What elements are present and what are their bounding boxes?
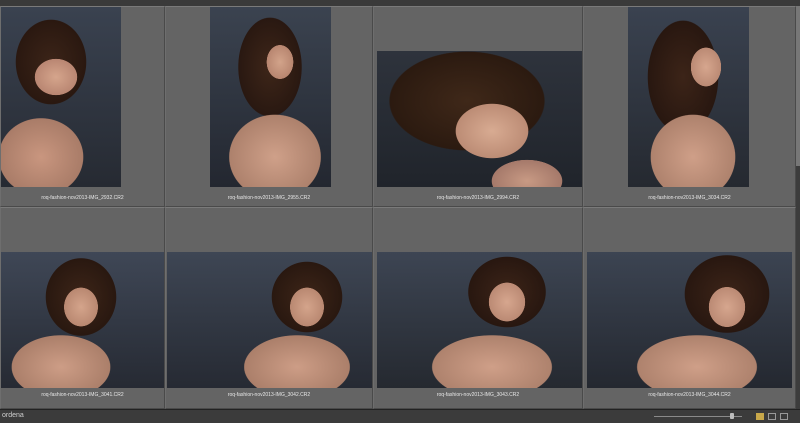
zoom-slider[interactable]: [654, 416, 742, 417]
thumbnail-cell[interactable]: roq-fashion-nov2013-IMG_3041.CR2: [0, 207, 165, 409]
photo-thumbnail[interactable]: [628, 7, 749, 187]
photo-filename: roq-fashion-nov2013-IMG_2955.CR2: [227, 195, 311, 201]
thumbnail-grid: roq-fashion-nov2013-IMG_2932.CR2 roq-fas…: [0, 6, 796, 409]
thumbnail-cell[interactable]: roq-fashion-nov2013-IMG_2994.CR2: [373, 6, 583, 207]
photo-filename: roq-fashion-nov2013-IMG_3043.CR2: [436, 392, 520, 398]
thumbnail-cell[interactable]: roq-fashion-nov2013-IMG_3044.CR2: [583, 207, 796, 409]
status-text: ordena: [2, 412, 24, 419]
thumbnail-cell[interactable]: roq-fashion-nov2013-IMG_2955.CR2: [165, 6, 373, 207]
photo-filename: roq-fashion-nov2013-IMG_2932.CR2: [41, 195, 124, 201]
photo-thumbnail[interactable]: [377, 51, 582, 187]
photo-filename: roq-fashion-nov2013-IMG_2994.CR2: [436, 195, 520, 201]
vertical-scrollbar[interactable]: [796, 6, 800, 409]
zoom-slider-handle[interactable]: [730, 413, 734, 419]
photo-thumbnail[interactable]: [1, 7, 121, 187]
grid-view-icon[interactable]: [756, 413, 764, 420]
photo-thumbnail[interactable]: [167, 252, 372, 388]
photo-thumbnail[interactable]: [1, 252, 164, 388]
status-bar: ordena: [0, 409, 800, 423]
photo-filename: roq-fashion-nov2013-IMG_3044.CR2: [648, 392, 731, 398]
thumbnail-cell[interactable]: roq-fashion-nov2013-IMG_3034.CR2: [583, 6, 796, 207]
photo-thumbnail[interactable]: [210, 7, 331, 187]
photo-thumbnail[interactable]: [377, 252, 582, 388]
photo-filename: roq-fashion-nov2013-IMG_3041.CR2: [41, 392, 124, 398]
thumbnail-cell[interactable]: roq-fashion-nov2013-IMG_3043.CR2: [373, 207, 583, 409]
photo-filename: roq-fashion-nov2013-IMG_3042.CR2: [227, 392, 311, 398]
photo-filename: roq-fashion-nov2013-IMG_3034.CR2: [648, 195, 731, 201]
thumbnail-cell[interactable]: roq-fashion-nov2013-IMG_3042.CR2: [165, 207, 373, 409]
thumbnail-cell[interactable]: roq-fashion-nov2013-IMG_2932.CR2: [0, 6, 165, 207]
list-view-icon[interactable]: [768, 413, 776, 420]
scrollbar-thumb[interactable]: [796, 6, 800, 166]
photo-thumbnail[interactable]: [587, 252, 792, 388]
details-view-icon[interactable]: [780, 413, 788, 420]
